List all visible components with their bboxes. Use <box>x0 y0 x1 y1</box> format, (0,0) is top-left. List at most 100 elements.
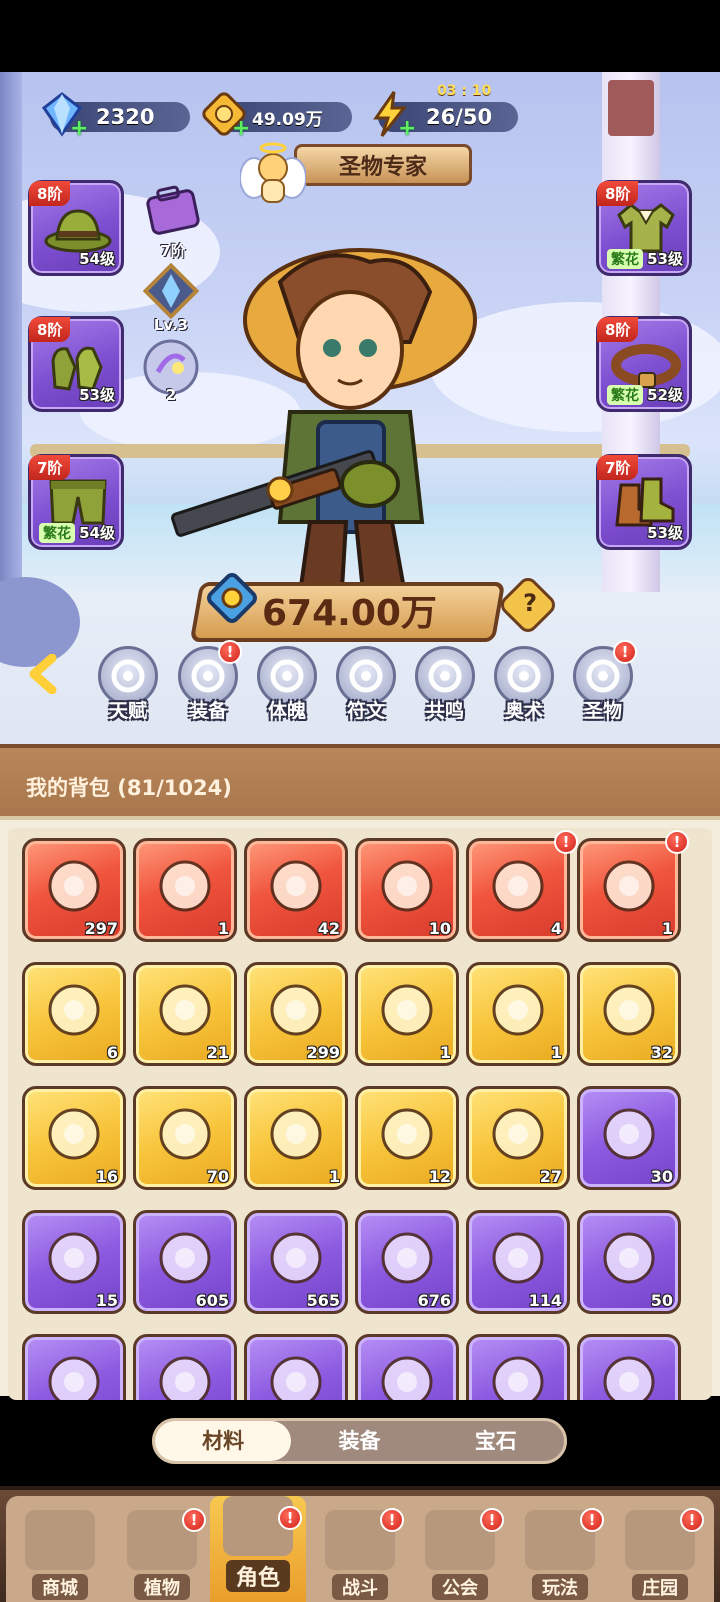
backpack-item[interactable]: 27 <box>466 1086 570 1190</box>
backpack-header: 我的背包 (81/1024) <box>0 744 720 816</box>
nav-label: 植物 <box>134 1574 190 1600</box>
nav-item-battle[interactable]: 战斗 <box>312 1508 408 1602</box>
back-arrow-icon[interactable] <box>24 654 64 694</box>
nav-label: 商城 <box>32 1574 88 1600</box>
title-banner[interactable]: 圣物专家 <box>294 144 472 186</box>
item-count: 297 <box>84 919 118 938</box>
equip-slot-gloves[interactable]: 8阶 53级 <box>28 316 124 412</box>
purple-potion-icon <box>603 1108 655 1160</box>
backpack-item[interactable]: 50 <box>577 1210 681 1314</box>
feature-tab-4[interactable]: 共鸣 <box>413 646 477 723</box>
backpack-item[interactable]: 1 <box>466 962 570 1066</box>
backpack-item[interactable]: 42 <box>244 838 348 942</box>
backpack-item[interactable]: 1 <box>133 838 237 942</box>
equip-slot-pants[interactable]: 7阶 繁花 54级 <box>28 454 124 550</box>
feature-tab-5[interactable]: 奥术 <box>492 646 556 723</box>
equip-slot-boots[interactable]: 7阶 53级 <box>596 454 692 550</box>
backpack-item[interactable]: 16 <box>22 1086 126 1190</box>
tab-gems[interactable]: 宝石 <box>428 1421 564 1461</box>
nav-label: 角色 <box>225 1560 290 1592</box>
item-count: 1 <box>661 919 673 938</box>
backpack-item[interactable] <box>244 1334 348 1400</box>
flower-pot-icon <box>492 984 544 1036</box>
equip-slot-belt[interactable]: 8阶 繁花 52级 <box>596 316 692 412</box>
backpack-item[interactable] <box>355 1334 459 1400</box>
backpack-item[interactable] <box>466 1334 570 1400</box>
slot-level: 54级 <box>79 250 115 268</box>
backpack-item[interactable]: 299 <box>244 962 348 1066</box>
nav-item-shop[interactable]: 商城 <box>12 1510 108 1602</box>
item-count: 676 <box>417 1291 451 1310</box>
backpack-item[interactable] <box>22 1334 126 1400</box>
feature-label: 圣物 <box>583 700 622 722</box>
nav-item-plant[interactable]: 植物 <box>114 1508 210 1602</box>
pillar-left <box>0 72 22 632</box>
nav-item-character[interactable]: 角色 <box>210 1496 306 1602</box>
feature-label: 奥术 <box>504 700 543 722</box>
item-count: 12 <box>428 1167 451 1186</box>
nav-item-modes[interactable]: 玩法 <box>512 1508 608 1602</box>
rune-knot-icon <box>492 1108 544 1160</box>
backpack-item[interactable]: 114 <box>466 1210 570 1314</box>
backpack-item[interactable] <box>133 1334 237 1400</box>
gold-pile-icon <box>381 984 433 1036</box>
backpack-item[interactable]: 4 <box>466 830 578 942</box>
red-scroll-icon <box>492 1232 544 1284</box>
alert-badge-icon <box>613 640 637 664</box>
equip-slot-shirt[interactable]: 8阶 繁花 53级 <box>596 180 692 276</box>
backpack-item[interactable]: 1 <box>244 1086 348 1190</box>
backpack-item[interactable]: 70 <box>133 1086 237 1190</box>
slot-tier: 8阶 <box>29 181 71 206</box>
slot-tier: 7阶 <box>29 455 71 480</box>
coin-counter[interactable]: + 49.09万 <box>202 92 352 141</box>
moon-crystal-icon <box>159 860 211 912</box>
slot-tier: 8阶 <box>597 317 639 342</box>
gem-counter[interactable]: + 2320 <box>41 92 190 141</box>
tab-equipment[interactable]: 装备 <box>291 1421 427 1461</box>
mystery-chest-icon <box>603 860 655 912</box>
energy-add-icon[interactable]: + <box>398 116 416 141</box>
alert-badge-icon <box>554 830 578 854</box>
gold-scroll-icon <box>603 1232 655 1284</box>
slot-tier: 7阶 <box>597 455 639 480</box>
feature-tab-1[interactable]: 装备 <box>176 640 242 723</box>
backpack-item[interactable]: 32 <box>577 962 681 1066</box>
backpack-item[interactable]: 12 <box>355 1086 459 1190</box>
equip-slot-hat[interactable]: 8阶 54级 <box>28 180 124 276</box>
backpack-item[interactable]: 565 <box>244 1210 348 1314</box>
item-count: 27 <box>539 1167 562 1186</box>
backpack-item[interactable]: 21 <box>133 962 237 1066</box>
backpack-item[interactable]: 10 <box>355 838 459 942</box>
feature-tab-0[interactable]: 天赋 <box>96 646 160 723</box>
energy-value: 26/50 <box>426 105 493 129</box>
nav-item-manor[interactable]: 庄园 <box>612 1508 708 1602</box>
item-count: 32 <box>650 1043 673 1062</box>
backpack-item[interactable]: 676 <box>355 1210 459 1314</box>
feature-tab-6[interactable]: 圣物 <box>571 640 637 723</box>
backpack-item[interactable]: 605 <box>133 1210 237 1314</box>
backpack-item[interactable] <box>577 1334 681 1400</box>
backpack-area: 2971421041621299113216701122730156055656… <box>0 816 720 1400</box>
backpack-item[interactable]: 1 <box>577 830 689 942</box>
item-count: 1 <box>439 1043 451 1062</box>
combat-power-value: 674.00万 <box>262 593 437 634</box>
backpack-item[interactable]: 6 <box>22 962 126 1066</box>
energy-counter[interactable]: + 26/50 <box>373 91 518 141</box>
backpack-item[interactable]: 1 <box>355 962 459 1066</box>
backpack-item[interactable]: 297 <box>22 838 126 942</box>
tab-materials[interactable]: 材料 <box>155 1421 292 1461</box>
feature-tab-3[interactable]: 符文 <box>334 646 398 723</box>
teapot-icon <box>159 1356 211 1400</box>
backpack-item[interactable]: 15 <box>22 1210 126 1314</box>
gem-add-icon[interactable]: + <box>70 116 88 141</box>
slot-level: 53级 <box>79 386 115 404</box>
feature-tab-2[interactable]: 体魄 <box>255 646 319 723</box>
item-count: 4 <box>550 919 562 938</box>
red-potion-icon <box>270 860 322 912</box>
nav-item-guild[interactable]: 公会 <box>412 1508 508 1602</box>
backpack-item[interactable]: 30 <box>577 1086 681 1190</box>
prism-icon <box>159 984 211 1036</box>
energy-timer: 03 : 10 <box>437 83 492 99</box>
feature-label: 天赋 <box>108 700 147 722</box>
backpack-grid[interactable]: 2971421041621299113216701122730156055656… <box>8 828 712 1400</box>
